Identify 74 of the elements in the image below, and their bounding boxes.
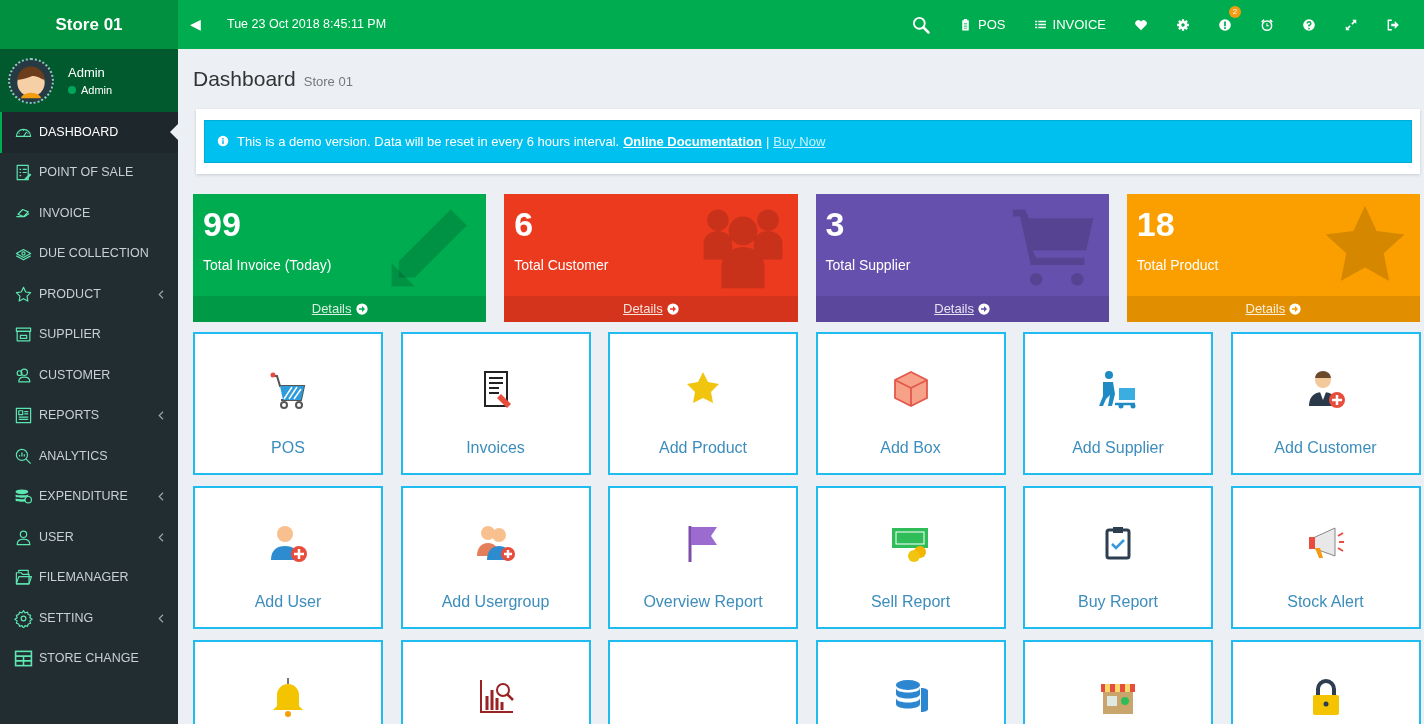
settings-icon [1176, 17, 1190, 32]
notice-link[interactable]: Online Documentation [623, 131, 762, 151]
analytics-icon [14, 446, 33, 466]
shortcut-tile[interactable]: Add Usergroup [400, 486, 591, 629]
page-subtitle: Store 01 [303, 73, 353, 91]
sidebar-item[interactable]: FILEMANAGER [0, 557, 178, 598]
arrow-circle-icon [1289, 303, 1302, 315]
shortcut-tile[interactable]: Add Supplier [1023, 332, 1213, 475]
stat-label: Total Invoice (Today) [203, 256, 333, 276]
newspaper-icon [14, 406, 33, 426]
details-link[interactable]: Details [1126, 296, 1420, 322]
alarm-clock-icon [1260, 17, 1274, 32]
shortcut-tile[interactable]: Sell Report [815, 486, 1006, 629]
sidebar-item[interactable]: STORE CHANGE [0, 638, 178, 679]
sidebar-item[interactable]: CUSTOMER [0, 355, 178, 396]
settings-icon [14, 608, 33, 628]
details-link[interactable]: Details [815, 296, 1109, 322]
sidebar-toggle[interactable]: ◀ [186, 14, 205, 35]
notification-count: 2 [1229, 6, 1241, 18]
info-icon [217, 135, 229, 148]
stat-label: Total Supplier [825, 256, 912, 276]
notice-text: This is a demo version. Data will be reset in every 6 hours interval. [237, 132, 620, 151]
arrow-circle-icon [978, 303, 990, 315]
sidebar-item[interactable]: DASHBOARD [0, 112, 178, 153]
shortcut-tile[interactable]: Buy Report [1023, 486, 1213, 629]
table-icon [14, 649, 33, 669]
user-role: Admin [81, 83, 113, 98]
shortcut-tile[interactable]: Add Customer [1230, 332, 1421, 475]
nav-link[interactable]: INVOICE [1019, 0, 1120, 49]
sidebar-item[interactable]: DUE COLLECTION [0, 233, 178, 274]
sidebar-item[interactable]: INVOICE [0, 193, 178, 234]
sidebar-item[interactable]: SUPPLIER [0, 314, 178, 355]
stat-label: Total Customer [514, 256, 610, 276]
stat-value: 99 [203, 206, 242, 244]
shortcut-tile[interactable]: Add User [193, 486, 383, 629]
sign-out-icon [1386, 17, 1400, 32]
shortcut-tile[interactable]: Add Product [608, 332, 798, 475]
checklist-icon [14, 163, 33, 183]
stat-label: Total Product [1136, 256, 1220, 276]
help-icon [1302, 17, 1316, 32]
shortcut-tile[interactable]: Invoices [400, 332, 591, 475]
sidebar-item[interactable]: ANALYTICS [0, 436, 178, 477]
details-link[interactable]: Details [504, 296, 798, 322]
sidebar-item[interactable]: USER [0, 517, 178, 558]
stat-value: 3 [825, 206, 846, 244]
active-pointer [170, 124, 178, 140]
search-icon [911, 14, 932, 35]
nav-link[interactable]: POS [945, 0, 1020, 49]
shortcut-tile[interactable]: Stock Alert [1230, 486, 1421, 629]
user-name: Admin [68, 63, 106, 82]
sidebar-item[interactable]: REPORTS [0, 395, 178, 436]
shortcut-tile[interactable]: Overview Report [608, 486, 798, 629]
arrow-circle-icon [666, 303, 679, 315]
shortcut-tile[interactable]: Add Box [815, 332, 1006, 475]
heart-icon [1134, 17, 1148, 32]
link-separator: | [765, 132, 770, 151]
shortcut-tile[interactable]: POS [193, 332, 383, 475]
sidebar-item[interactable]: POINT OF SALE [0, 152, 178, 193]
nav-icon-button[interactable]: 2 [1204, 0, 1246, 49]
avatar-icon [8, 57, 54, 104]
date-time: Tue 23 Oct 2018 8:45:11 PM [227, 16, 387, 34]
sidebar-item[interactable]: EXPENDITURE [0, 476, 178, 517]
sidebar-item[interactable]: PRODUCT [0, 274, 178, 315]
star-icon [14, 284, 33, 304]
arrow-circle-icon [355, 303, 368, 315]
stat-value: 6 [514, 206, 535, 244]
store-name: Store 01 [0, 0, 178, 49]
page-title: Dashboard [193, 66, 296, 92]
stat-value: 18 [1136, 206, 1176, 244]
list-icon [1033, 18, 1047, 31]
details-link[interactable]: Details [193, 296, 487, 322]
expand-icon [1344, 17, 1358, 32]
alert-icon [1218, 17, 1232, 32]
sidebar-item[interactable]: SETTING [0, 598, 178, 639]
